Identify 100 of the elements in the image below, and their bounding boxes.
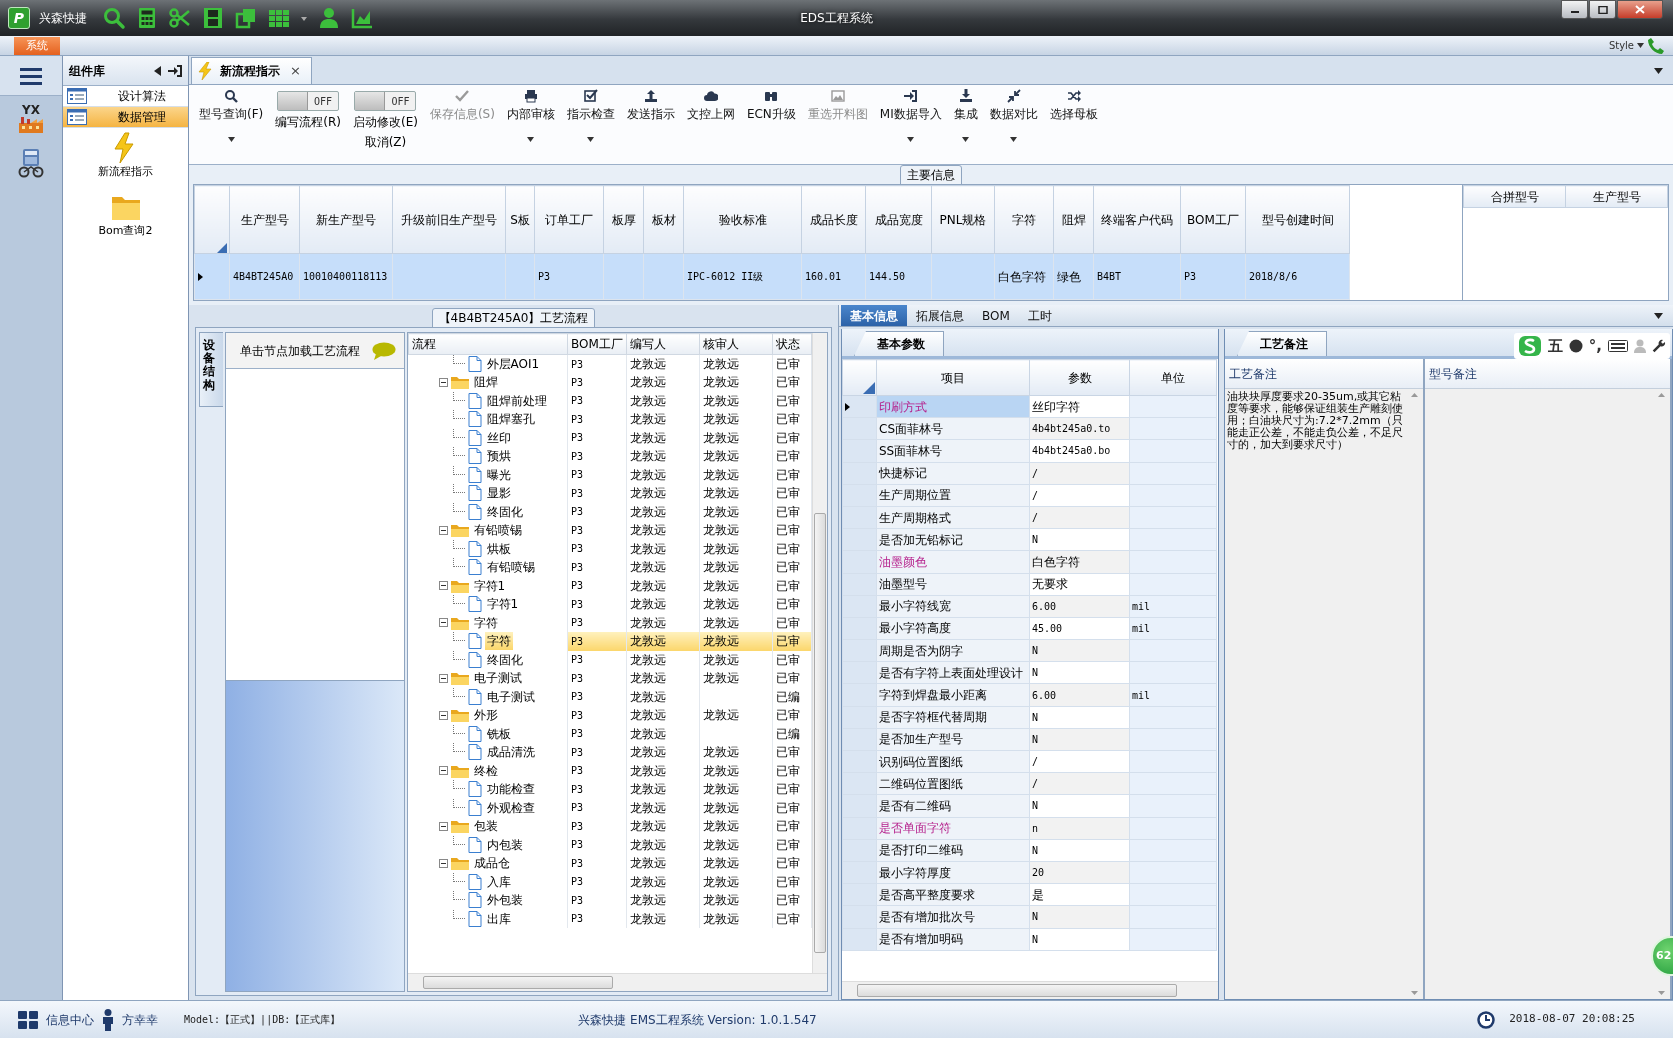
tree-row[interactable]: 功能检查 P3 龙敦远 龙敦远 已审 [408, 780, 812, 799]
column-header[interactable]: BOM工厂 [567, 333, 627, 355]
tree-row[interactable]: 阻焊 P3 龙敦远 龙敦远 已审 [408, 373, 812, 392]
tree-row[interactable]: 阻焊前处理 P3 龙敦远 龙敦远 已审 [408, 391, 812, 410]
tree-row[interactable]: 终固化 P3 龙敦远 龙敦远 已审 [408, 650, 812, 669]
column-header[interactable]: 终端客户代码 [1093, 185, 1181, 254]
table-row[interactable]: 4B4BT245A0 10010400118113 P3 IPC-6012 II级 160.01 144.50 白色字符 绿色 B4BT P3 2018/8/6 [194, 253, 1350, 300]
tree-row[interactable]: 有铅喷锡 P3 龙敦远 龙敦远 已审 [408, 558, 812, 577]
toolbar-button[interactable]: 型号查询(F) [193, 87, 270, 159]
toolbar-button[interactable]: 数据对比 [983, 87, 1044, 159]
toolbar-button[interactable]: ECN升级 [740, 87, 802, 159]
collapse-left-icon[interactable] [154, 65, 162, 76]
tab[interactable]: BOM [973, 305, 1019, 326]
document-tab[interactable]: 新流程指示 × [191, 57, 312, 84]
toolbar-button[interactable]: 文控上网 [680, 87, 741, 159]
tree-row[interactable]: 成品仓 P3 龙敦远 龙敦远 已审 [408, 854, 812, 873]
column-header[interactable]: 字符 [994, 185, 1054, 254]
column-header[interactable]: 型号创建时间 [1245, 185, 1350, 254]
tree-row[interactable]: 阻焊塞孔 P3 龙敦远 龙敦远 已审 [408, 410, 812, 429]
side-tab[interactable]: 设备结构 [199, 332, 223, 407]
column-header[interactable]: 生产型号 [1565, 185, 1668, 208]
tree-row[interactable]: 外观检查 P3 龙敦远 龙敦远 已审 [408, 798, 812, 817]
scissors-icon[interactable] [168, 6, 192, 30]
tree-row[interactable]: 曝光 P3 龙敦远 龙敦远 已审 [408, 465, 812, 484]
calculator-bike-icon[interactable] [17, 148, 45, 178]
tree-row[interactable]: 内包装 P3 龙敦远 龙敦远 已审 [408, 835, 812, 854]
status-link[interactable]: 信息中心 [46, 1010, 94, 1029]
collapse-icon[interactable] [438, 673, 448, 683]
tree-row[interactable]: 终检 P3 龙敦远 龙敦远 已审 [408, 761, 812, 780]
collapse-icon[interactable] [438, 618, 448, 628]
horizontal-scrollbar[interactable] [842, 981, 1218, 999]
tab[interactable]: 工艺备注 [1237, 331, 1327, 356]
tree-row[interactable]: 电子测试 P3 龙敦远 龙敦远 已审 [408, 669, 812, 688]
vertical-scrollbar[interactable] [812, 333, 827, 973]
shortcut-label[interactable]: Bom查询2 [98, 222, 153, 239]
person-icon[interactable] [317, 6, 341, 30]
collapse-icon[interactable] [438, 858, 448, 868]
tree-row[interactable]: 字符1 P3 龙敦远 龙敦远 已审 [408, 595, 812, 614]
column-header[interactable]: 工艺备注 [1225, 359, 1423, 389]
tree-row[interactable]: 铣板 P3 龙敦远 已编 [408, 724, 812, 743]
column-header[interactable]: BOM工厂 [1180, 185, 1246, 254]
close-tab-button[interactable]: × [288, 61, 303, 81]
input-mode[interactable]: 五 [1547, 334, 1563, 358]
tree-row[interactable]: 预烘 P3 龙敦远 龙敦远 已审 [408, 447, 812, 466]
collapse-icon[interactable] [438, 377, 448, 387]
column-header[interactable]: 升级前旧生产型号 [392, 185, 506, 254]
column-header[interactable]: 阻焊 [1053, 185, 1094, 254]
keyboard-icon[interactable] [1608, 340, 1628, 352]
column-header[interactable]: S板 [505, 185, 535, 254]
toolbar-button[interactable]: 内部审核 [500, 87, 561, 159]
ime-logo-icon[interactable] [1517, 335, 1542, 357]
column-header[interactable]: 参数 [1029, 359, 1130, 396]
tree-row[interactable]: 字符1 P3 龙敦远 龙敦远 已审 [408, 576, 812, 595]
library-item[interactable]: 数据管理 [63, 107, 188, 128]
library-item[interactable]: 设计算法 [63, 86, 188, 107]
tree-row[interactable]: 外层AOI1 P3 龙敦远 龙敦远 已审 [408, 354, 812, 373]
collapse-icon[interactable] [438, 525, 448, 535]
tree-row[interactable]: 显影 P3 龙敦远 龙敦远 已审 [408, 484, 812, 503]
tree-row[interactable]: 终固化 P3 龙敦远 龙敦远 已审 [408, 502, 812, 521]
tree-row[interactable]: 烘板 P3 龙敦远 龙敦远 已审 [408, 539, 812, 558]
column-header[interactable]: 单位 [1129, 359, 1217, 396]
wrench-icon[interactable] [1652, 339, 1666, 353]
tree-row[interactable]: 出库 P3 龙敦远 龙敦远 已审 [408, 909, 812, 928]
column-header[interactable]: 新生产型号 [299, 185, 393, 254]
sign-in-icon[interactable] [168, 64, 182, 77]
column-header[interactable]: 合拼型号 [1463, 185, 1566, 208]
toolbar-button[interactable]: MI数据导入 [873, 87, 948, 159]
factory-icon[interactable] [17, 116, 45, 134]
grid-icon[interactable] [18, 1010, 38, 1029]
shortcut-label[interactable]: 新流程指示 [98, 164, 153, 181]
toolbar-button[interactable]: 指示检查 [560, 87, 621, 159]
toolbar-button[interactable]: 选择母板 [1043, 87, 1104, 159]
column-header[interactable]: 成品宽度 [865, 185, 932, 254]
style-menu[interactable]: Style [1608, 38, 1634, 53]
column-header[interactable]: PNL规格 [931, 185, 995, 254]
tree-row[interactable]: 字符 P3 龙敦远 龙敦远 已审 [408, 632, 812, 651]
tree-row[interactable]: 有铅喷锡 P3 龙敦远 龙敦远 已审 [408, 521, 812, 540]
horizontal-scrollbar[interactable] [408, 973, 827, 991]
column-header[interactable]: 板厚 [603, 185, 644, 254]
collapse-icon[interactable] [438, 581, 448, 591]
column-header[interactable]: 验收标准 [683, 185, 802, 254]
caret-icon[interactable] [1654, 313, 1663, 319]
tree-row[interactable]: 外包装 P3 龙敦远 龙敦远 已审 [408, 891, 812, 910]
caret-icon[interactable] [1637, 43, 1644, 48]
tab[interactable]: 拓展信息 [907, 305, 973, 326]
search-icon[interactable] [102, 6, 126, 30]
menu-icon[interactable] [19, 65, 43, 86]
copy-icon[interactable] [234, 6, 258, 30]
toggle-switch[interactable]: OFF [354, 91, 417, 111]
column-header[interactable]: 生产型号 [229, 185, 300, 254]
column-header[interactable]: 编写人 [626, 333, 700, 355]
tree-row[interactable]: 电子测试 P3 龙敦远 已编 [408, 687, 812, 706]
film-icon[interactable] [201, 6, 225, 30]
column-header[interactable]: 项目 [876, 359, 1030, 396]
tab[interactable]: 工时 [1018, 305, 1061, 326]
minimize-button[interactable] [1561, 0, 1588, 19]
caret-icon[interactable] [300, 14, 308, 22]
column-header[interactable]: 流程 [408, 333, 568, 355]
tree-row[interactable]: 入库 P3 龙敦远 龙敦远 已审 [408, 872, 812, 891]
column-header[interactable]: 订单工厂 [534, 185, 604, 254]
